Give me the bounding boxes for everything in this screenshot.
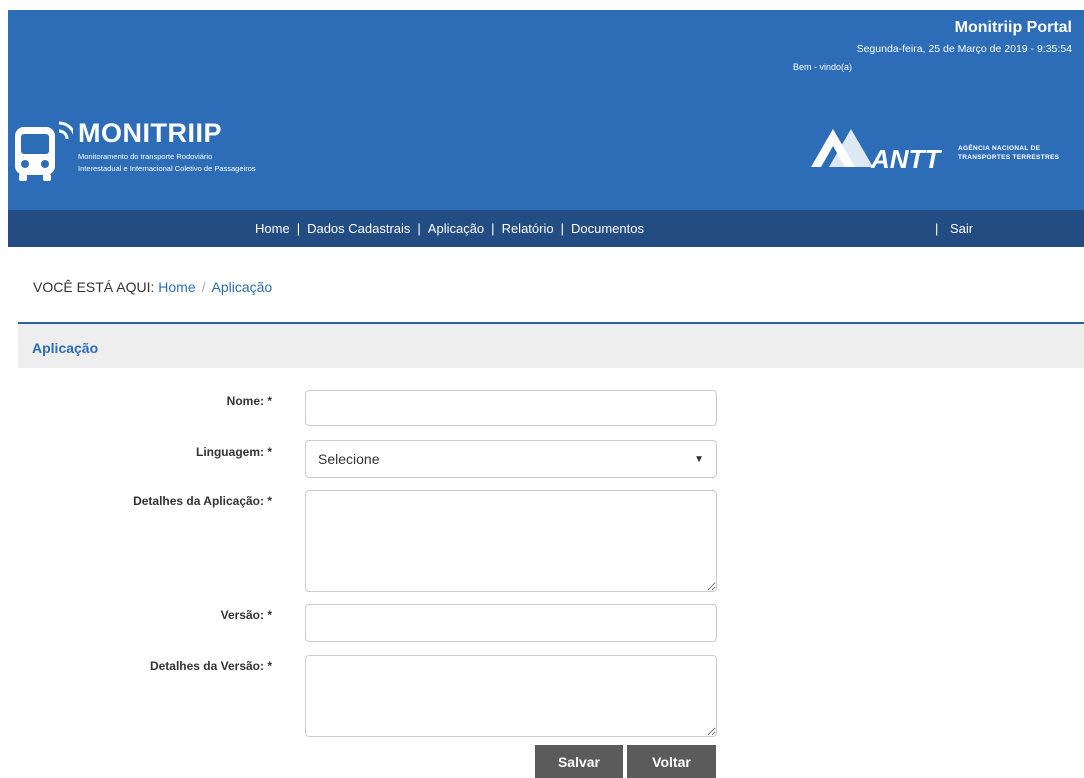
caret-down-icon: ▼ [694,453,704,465]
antt-logo-text: ANTT [870,144,942,171]
nav-menu: Home | Dados Cadastrais | Aplicação | Relatóri… [255,210,644,247]
breadcrumb-prefix: VOCÊ ESTÁ AQUI: [33,279,155,295]
linguagem-select[interactable]: Selecione ▼ [305,440,717,478]
detalhes-versao-textarea[interactable] [305,655,717,737]
nav-separator: | [491,221,495,236]
bus-icon [15,121,73,181]
linguagem-label: Linguagem: * [195,445,272,459]
current-datetime: Segunda-feira, 25 de Março de 2019 - 9:3… [856,43,1072,55]
page-header: Monitriip Portal Segunda-feira, 25 de Ma… [8,10,1084,210]
detalhes-aplicacao-label: Detalhes da Aplicação: * [133,494,272,508]
nav-separator: | [560,221,564,236]
breadcrumb: VOCÊ ESTÁ AQUI: Home / Aplicação [33,279,272,295]
main-navbar: Home | Dados Cadastrais | Aplicação | Relatóri… [8,210,1084,247]
logo-subtitle: Monitoramento do transporte Rodoviário [78,152,213,161]
nav-separator: | [296,221,301,236]
nav-separator: | [417,221,421,236]
nav-item-relatorio[interactable]: Relatório [502,221,554,236]
logo-subtitle: Interestadual e Internacional Coletivo d… [78,164,256,173]
detalhes-versao-label: Detalhes da Versão: * [149,659,272,673]
breadcrumb-current[interactable]: Aplicação [212,279,273,295]
linguagem-selected-value: Selecione [318,451,380,467]
nav-logout-area: | Sair [935,210,973,247]
nav-item-aplicacao[interactable]: Aplicação [428,221,484,236]
portal-title: Monitriip Portal [954,19,1072,36]
section-title: Aplicação [32,340,99,356]
nav-separator: | [935,221,939,236]
antt-logo-icon: ANTT [811,129,942,171]
detalhes-aplicacao-textarea[interactable] [305,490,717,592]
welcome-text: Bem - vindo(a) [793,62,853,72]
agency-name: AGÊNCIA NACIONAL DE [958,145,1041,152]
nav-item-dados-cadastrais[interactable]: Dados Cadastrais [307,221,410,236]
logout-link[interactable]: Sair [950,221,973,236]
nav-item-documentos[interactable]: Documentos [571,221,644,236]
nav-item-home[interactable]: Home [255,221,290,236]
breadcrumb-separator: / [201,279,206,295]
section-header: Aplicação [18,322,1084,368]
save-button[interactable]: Salvar [535,745,623,778]
agency-name: TRANSPORTES TERRESTRES [958,154,1060,161]
nome-label: Nome: * [226,394,272,408]
versao-input[interactable] [305,604,717,642]
nome-input[interactable] [305,390,717,426]
versao-label: Versão: * [220,608,272,622]
back-button[interactable]: Voltar [627,745,716,778]
breadcrumb-home[interactable]: Home [158,279,195,295]
logo-title: MONITRIIP [78,118,222,148]
